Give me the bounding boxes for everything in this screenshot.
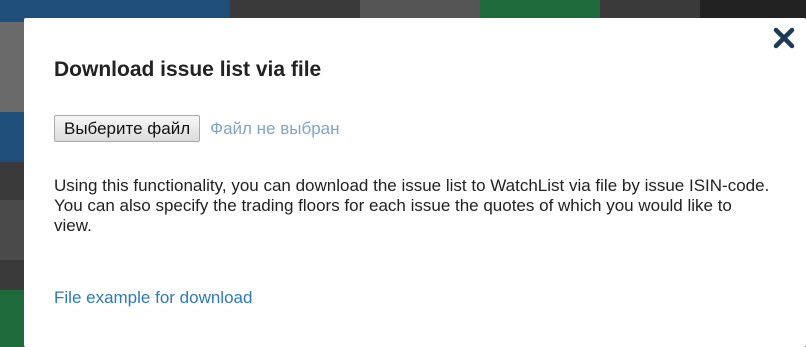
background-tile [480,0,600,18]
background-tile [360,0,480,18]
dialog-description: Using this functionality, you can downlo… [54,176,770,235]
close-icon [773,27,795,49]
file-example-link[interactable]: File example for download [54,288,252,308]
background-strip [0,112,24,162]
background-strip [0,22,24,112]
background-strip [0,200,24,260]
file-status-text: Файл не выбран [210,118,340,138]
file-input: Выберите файл Файл не выбран [54,115,340,142]
dialog-title: Download issue list via file [54,58,322,81]
background-strip [0,290,24,347]
choose-file-button[interactable]: Выберите файл [54,115,201,142]
background-tile [700,0,806,20]
download-issue-list-dialog: Download issue list via file Выберите фа… [24,18,806,347]
close-button[interactable] [770,24,798,52]
